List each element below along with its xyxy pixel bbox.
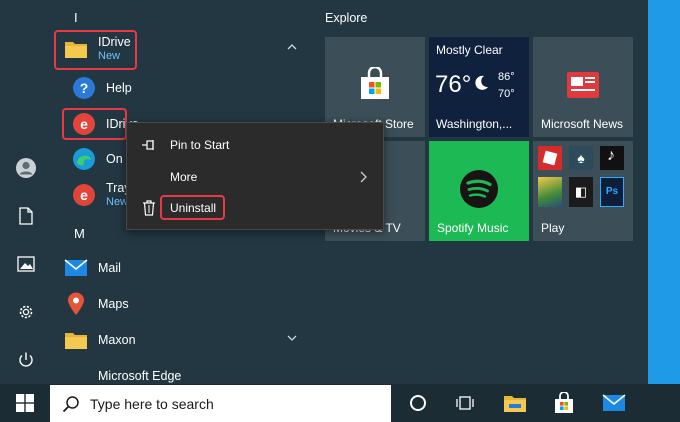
tile-label-play: Play [541, 221, 565, 235]
trash-icon [141, 200, 157, 216]
weather-low: 70° [498, 88, 515, 100]
spotify-logo-icon [460, 170, 498, 208]
svg-text:?: ? [80, 80, 89, 96]
letter-header-i[interactable]: I [74, 10, 78, 25]
app-label-mail: Mail [98, 261, 121, 275]
app-label-edge: Microsoft Edge [98, 369, 182, 383]
tile-weather[interactable]: Mostly Clear 76° 86° 70° Washington,... [429, 37, 529, 137]
task-view-icon[interactable] [451, 389, 479, 417]
pin-icon [141, 137, 157, 153]
context-label-pin: Pin to Start [170, 138, 230, 152]
chevron-up-icon[interactable] [287, 43, 297, 51]
tile-label-spotify: Spotify Music [437, 221, 509, 235]
chevron-right-icon [360, 171, 367, 183]
taskbar-search-box[interactable]: Type here to search [50, 385, 391, 422]
mail-taskbar-icon[interactable] [600, 389, 628, 417]
svg-text:e: e [80, 187, 88, 203]
tile-spotify[interactable]: Spotify Music [429, 141, 529, 241]
user-account-icon[interactable] [13, 155, 39, 181]
start-rail [0, 0, 52, 384]
context-item-pin-to-start[interactable]: Pin to Start [127, 130, 383, 160]
settings-gear-icon[interactable] [13, 299, 39, 325]
app-item-maxon[interactable]: Maxon [62, 324, 307, 356]
pictures-icon[interactable] [13, 251, 39, 277]
app-label-maps: Maps [98, 297, 129, 311]
chevron-down-icon[interactable] [287, 334, 297, 342]
app-item-maps[interactable]: Maps [62, 288, 307, 320]
weather-temperature: 76° [435, 71, 472, 98]
tile-play[interactable]: ♠ ♪ ◧ Ps Play [533, 141, 633, 241]
weather-high: 86° [498, 71, 515, 83]
game-thumbnail-icon [538, 177, 562, 207]
folder-icon [62, 326, 90, 354]
moon-icon [475, 75, 488, 90]
desktop-background [648, 0, 680, 384]
app-label-help: Help [106, 81, 132, 95]
help-icon: ? [70, 74, 98, 102]
search-icon [62, 396, 79, 413]
explore-group-title[interactable]: Explore [325, 11, 367, 25]
tiktok-icon: ♪ [600, 146, 624, 170]
tile-microsoft-news[interactable]: Microsoft News [533, 37, 633, 137]
app-item-help[interactable]: ? Help [70, 72, 315, 104]
store-taskbar-icon[interactable] [550, 389, 578, 417]
roblox-icon [538, 146, 562, 170]
start-menu: I IDrive New ? Help e IDrive On t e Tray… [0, 0, 648, 384]
weather-condition: Mostly Clear [436, 43, 503, 57]
power-icon[interactable] [13, 347, 39, 373]
tile-label-news: Microsoft News [541, 117, 624, 131]
news-icon [567, 72, 599, 98]
idrive-tray-icon: e [70, 181, 98, 209]
map-pin-icon [62, 290, 90, 318]
store-bag-icon [361, 67, 389, 99]
taskbar: Type here to search [0, 384, 680, 422]
app-label-maxon: Maxon [98, 333, 136, 347]
context-item-more[interactable]: More [127, 162, 383, 192]
cortana-icon[interactable] [404, 389, 432, 417]
file-explorer-icon[interactable] [501, 389, 529, 417]
documents-icon[interactable] [13, 203, 39, 229]
weather-location: Washington,... [436, 117, 513, 131]
photoshop-icon: Ps [600, 177, 624, 207]
highlight-box-idrive-group [54, 30, 137, 70]
solitaire-cards-icon: ♠ [569, 146, 593, 170]
highlight-box-uninstall [160, 195, 225, 220]
app-item-mail[interactable]: Mail [62, 252, 307, 284]
context-label-more: More [170, 170, 198, 184]
highlight-box-idrive-app [62, 108, 127, 140]
edge-logo-icon [70, 145, 98, 173]
windows-start-icon[interactable] [11, 389, 39, 417]
mail-icon [62, 254, 90, 282]
search-placeholder: Type here to search [90, 396, 214, 412]
letter-header-m[interactable]: M [74, 226, 85, 241]
dolby-icon: ◧ [569, 177, 593, 207]
